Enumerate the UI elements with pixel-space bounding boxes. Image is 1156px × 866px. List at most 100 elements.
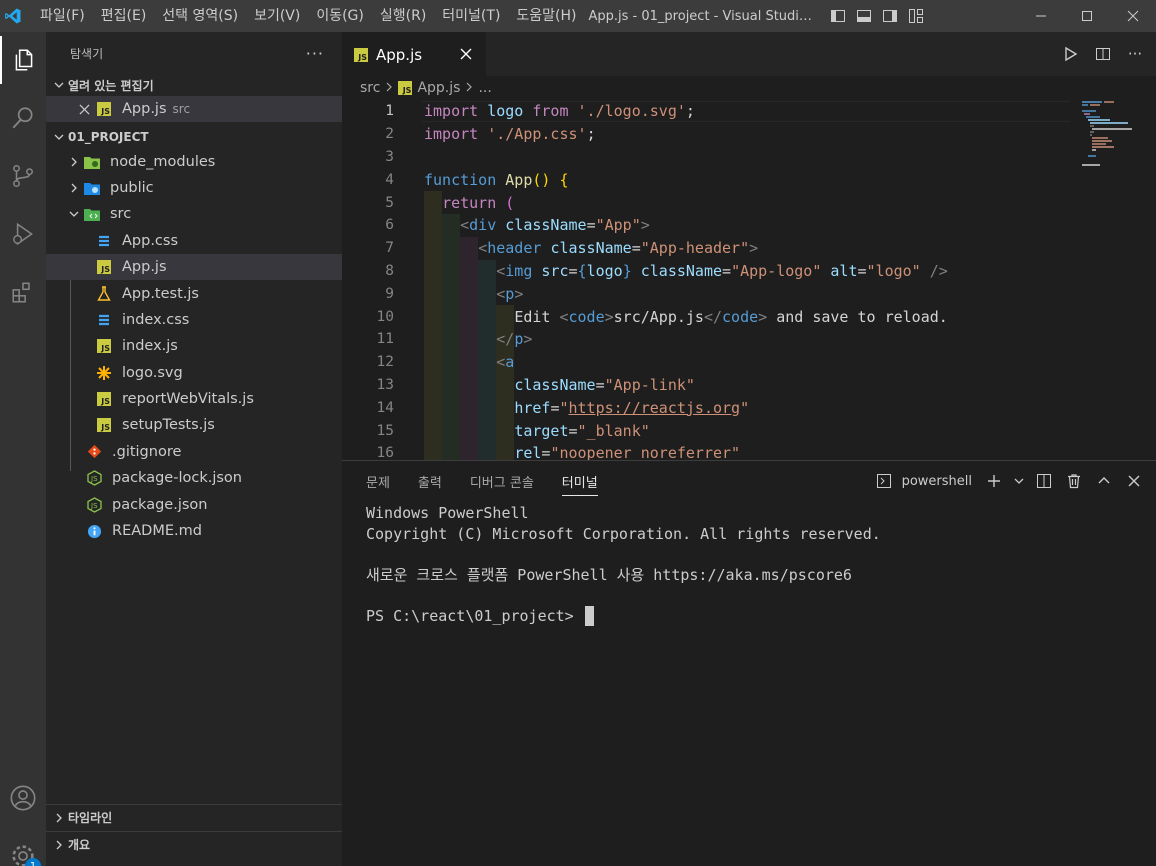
code-line[interactable]: 1 import logo from './logo.svg'; (342, 100, 1082, 123)
more-actions-icon[interactable]: ··· (306, 44, 324, 63)
svg-icon (96, 365, 112, 381)
code-line[interactable]: 7 <header className="App-header"> (342, 237, 1082, 260)
tree-file-index-js[interactable]: JS index.js (46, 333, 342, 359)
tree-file-logo-svg[interactable]: logo.svg (46, 360, 342, 386)
sidebar-title: 탐색기 (70, 46, 104, 61)
code-line[interactable]: 14 href="https://reactjs.org" (342, 396, 1082, 419)
tree-folder-public[interactable]: public (46, 175, 342, 201)
code-line[interactable]: 8 <img src={logo} className="App-logo" a… (342, 260, 1082, 283)
customize-layout-icon[interactable] (903, 0, 929, 32)
menu-edit[interactable]: 편집(E) (93, 0, 155, 32)
tab-app-js[interactable]: JS App.js (342, 32, 486, 76)
tab-bar: JS App.js ··· (342, 32, 1156, 76)
open-editor-item[interactable]: JS App.js src (46, 96, 342, 123)
code-line[interactable]: 13 className="App-link" (342, 374, 1082, 397)
terminal-line: Windows PowerShell (366, 504, 529, 522)
css-icon (96, 233, 112, 249)
activity-bar: 1 (0, 32, 46, 866)
code-line[interactable]: 4 function App() { (342, 168, 1082, 191)
open-editors-header[interactable]: 열려 있는 편집기 (46, 74, 342, 96)
title-bar: 파일(F) 편집(E) 선택 영역(S) 보기(V) 이동(G) 실행(R) 터… (0, 0, 1156, 32)
explorer-icon[interactable] (0, 36, 46, 84)
code-view[interactable]: 1 import logo from './logo.svg'; 2 import '… (342, 100, 1156, 460)
close-window-icon[interactable] (1110, 0, 1156, 32)
tab-terminal[interactable]: 터미널 (561, 472, 598, 496)
close-tab-icon[interactable] (460, 45, 472, 64)
tree-file-gitignore[interactable]: .gitignore (46, 439, 342, 465)
node-json-icon: JS (86, 496, 102, 513)
menu-help[interactable]: 도움말(H) (508, 0, 584, 32)
breadcrumb-item[interactable]: ... (478, 80, 491, 96)
code-line[interactable]: 10 Edit <code>src/App.js</code> and save… (342, 305, 1082, 328)
info-icon (86, 523, 102, 539)
code-line[interactable]: 3 (342, 146, 1082, 169)
code-text: href="https://reactjs.org" (514, 398, 750, 417)
code-line[interactable]: 16 rel="noopener noreferrer" (342, 442, 1082, 460)
toggle-sidebar-icon[interactable] (825, 0, 851, 32)
tree-file-readme[interactable]: README.md (46, 518, 342, 544)
accounts-icon[interactable] (0, 774, 46, 822)
more-actions-icon[interactable]: ··· (1124, 43, 1146, 65)
tab-problems[interactable]: 문제 (366, 472, 390, 491)
tree-file-app-test-js[interactable]: App.test.js (46, 280, 342, 306)
run-icon[interactable] (1060, 43, 1082, 65)
menu-file[interactable]: 파일(F) (32, 0, 93, 32)
line-number: 10 (376, 308, 394, 325)
project-header[interactable]: 01_PROJECT (46, 126, 342, 148)
kill-terminal-trash-icon[interactable] (1062, 469, 1086, 493)
code-line[interactable]: 15 target="_blank" (342, 419, 1082, 442)
js-icon: JS (96, 259, 112, 275)
run-debug-icon[interactable] (0, 210, 46, 258)
split-terminal-icon[interactable] (1032, 469, 1056, 493)
toggle-secondary-sidebar-icon[interactable] (877, 0, 903, 32)
terminal-output[interactable]: Windows PowerShell Copyright (C) Microsof… (366, 503, 881, 626)
code-line[interactable]: 5 return ( (342, 191, 1082, 214)
tree-file-index-css[interactable]: index.css (46, 307, 342, 333)
minimap[interactable] (1080, 100, 1140, 170)
close-editor-icon[interactable] (76, 104, 92, 115)
search-icon[interactable] (0, 94, 46, 142)
breadcrumb-item[interactable]: App.js (417, 80, 460, 96)
code-line[interactable]: 2 import './App.css'; (342, 123, 1082, 146)
tree-file-package-lock[interactable]: JS package-lock.json (46, 465, 342, 491)
code-line[interactable]: 12 <a (342, 351, 1082, 374)
menu-terminal[interactable]: 터미널(T) (434, 0, 508, 32)
menu-selection[interactable]: 선택 영역(S) (154, 0, 246, 32)
timeline-section[interactable]: 타임라인 (46, 804, 342, 830)
tree-file-app-js[interactable]: JS App.js (46, 253, 342, 281)
extensions-icon[interactable] (0, 268, 46, 316)
maximize-panel-chevron-up-icon[interactable] (1092, 469, 1116, 493)
breadcrumb-item[interactable]: src (360, 80, 380, 96)
chevron-right-icon (385, 80, 393, 96)
menu-go[interactable]: 이동(G) (308, 0, 372, 32)
menu-view[interactable]: 보기(V) (246, 0, 308, 32)
new-terminal-plus-icon[interactable] (982, 469, 1006, 493)
js-icon: JS (354, 47, 368, 62)
tree-file-setup-tests[interactable]: JS setupTests.js (46, 412, 342, 438)
minimize-icon[interactable] (1018, 0, 1064, 32)
close-panel-icon[interactable] (1122, 469, 1146, 493)
tree-file-report-web-vitals[interactable]: JS reportWebVitals.js (46, 386, 342, 412)
source-control-icon[interactable] (0, 152, 46, 200)
terminal-dropdown-chevron-icon[interactable] (1012, 469, 1026, 493)
maximize-icon[interactable] (1064, 0, 1110, 32)
code-line[interactable]: 9 <p> (342, 282, 1082, 305)
tree-file-package-json[interactable]: JS package.json (46, 491, 342, 517)
window-title: App.js - 01_project - Visual Studio Code (588, 8, 817, 24)
code-line[interactable]: 6 <div className="App"> (342, 214, 1082, 237)
code-line[interactable]: 11 </p> (342, 328, 1082, 351)
tree-folder-src[interactable]: src (46, 201, 342, 227)
shell-label[interactable]: powershell (902, 474, 972, 489)
outline-section[interactable]: 개요 (46, 831, 342, 857)
tab-debug-console[interactable]: 디버그 콘솔 (470, 472, 534, 491)
code-text: <p> (496, 284, 524, 303)
code-text: target="_blank" (514, 421, 650, 440)
tree-file-app-css[interactable]: App.css (46, 228, 342, 254)
toggle-panel-icon[interactable] (851, 0, 877, 32)
menu-run[interactable]: 실행(R) (372, 0, 434, 32)
tree-folder-node-modules[interactable]: node_modules (46, 148, 342, 174)
manage-gear-icon[interactable]: 1 (0, 832, 46, 866)
tab-output[interactable]: 출력 (418, 472, 442, 491)
line-number: 11 (376, 331, 394, 348)
split-editor-icon[interactable] (1092, 43, 1114, 65)
